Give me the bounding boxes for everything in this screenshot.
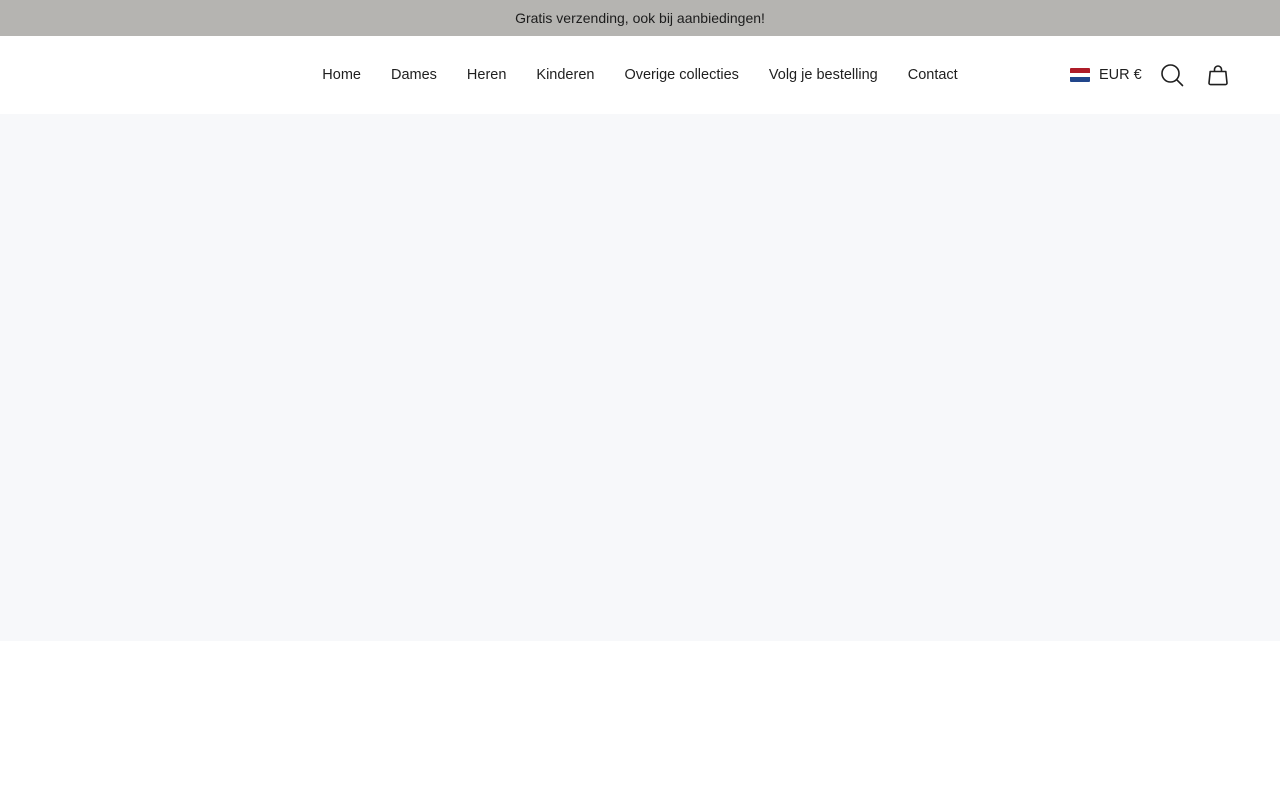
nav-item-overige-collecties[interactable]: Overige collecties bbox=[624, 67, 738, 83]
content-section bbox=[0, 641, 1280, 800]
nav-item-contact[interactable]: Contact bbox=[908, 67, 958, 83]
hero-banner-placeholder bbox=[0, 114, 1280, 641]
currency-selector[interactable]: EUR € bbox=[1070, 65, 1142, 85]
search-icon bbox=[1161, 64, 1184, 87]
announcement-bar: Gratis verzending, ook bij aanbiedingen! bbox=[0, 0, 1280, 36]
netherlands-flag-icon bbox=[1070, 68, 1090, 82]
cart-icon bbox=[1208, 65, 1228, 86]
currency-label: EUR € bbox=[1099, 67, 1142, 83]
nav-item-heren[interactable]: Heren bbox=[467, 67, 507, 83]
nav-item-home[interactable]: Home bbox=[322, 67, 361, 83]
site-header: Home Dames Heren Kinderen Overige collec… bbox=[0, 36, 1280, 114]
search-button[interactable] bbox=[1159, 62, 1185, 88]
nav-item-kinderen[interactable]: Kinderen bbox=[536, 67, 594, 83]
announcement-text: Gratis verzending, ook bij aanbiedingen! bbox=[515, 10, 765, 26]
nav-item-dames[interactable]: Dames bbox=[391, 67, 437, 83]
cart-button[interactable] bbox=[1205, 62, 1231, 88]
nav-item-volg-je-bestelling[interactable]: Volg je bestelling bbox=[769, 67, 878, 83]
